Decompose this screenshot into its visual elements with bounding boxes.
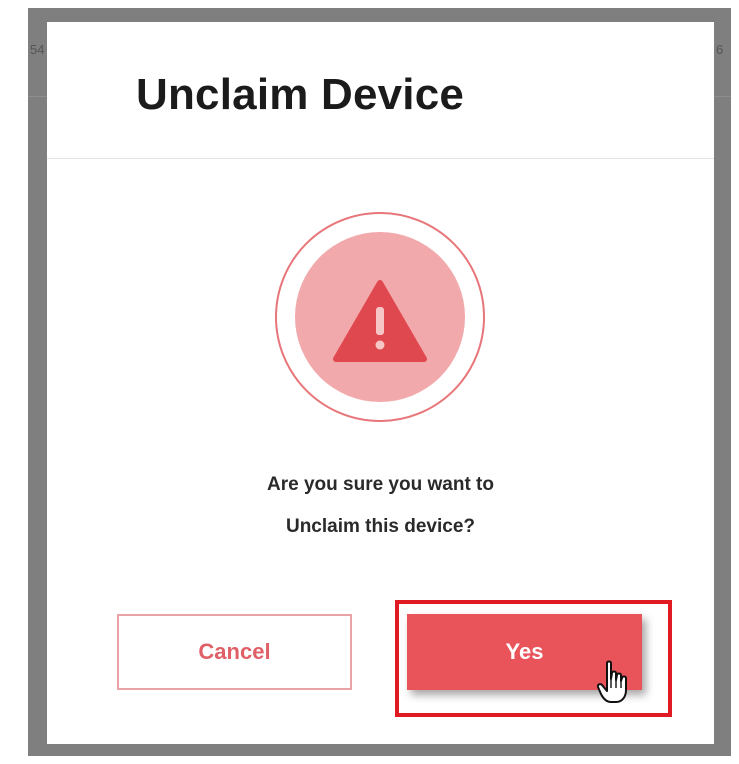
- confirm-message-line-1: Are you sure you want to: [267, 474, 494, 495]
- dialog-header: Unclaim Device: [47, 22, 714, 159]
- warning-icon-disc: [295, 232, 465, 402]
- confirm-message-line-2: Unclaim this device?: [285, 516, 475, 537]
- unclaim-device-dialog: Unclaim Device Are you sure you want to …: [47, 22, 714, 744]
- warning-icon-ring: [275, 212, 485, 422]
- background-text-left: 54: [30, 42, 45, 57]
- cancel-button[interactable]: Cancel: [117, 614, 352, 690]
- hand-pointer-cursor-icon: [597, 660, 627, 703]
- dialog-title: Unclaim Device: [136, 70, 465, 119]
- warning-triangle-icon: [333, 280, 427, 362]
- background-text-right: 6: [716, 42, 724, 57]
